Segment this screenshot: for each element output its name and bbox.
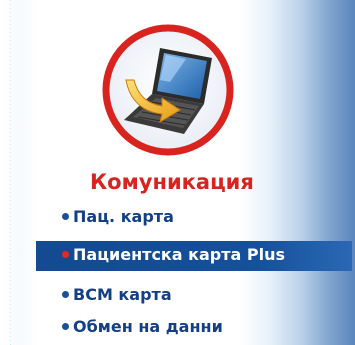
laptop-communication-icon xyxy=(102,24,234,156)
menu-item-label[interactable]: Пациентска карта Plus xyxy=(73,245,285,264)
menu-item-bcm-card[interactable]: BCM карта xyxy=(0,281,355,311)
menu-item-label[interactable]: Пац. карта xyxy=(73,207,174,226)
bullet-icon xyxy=(62,323,69,330)
menu-item-label[interactable]: BCM карта xyxy=(73,285,172,304)
menu-item-patient-card[interactable]: Пац. карта xyxy=(0,203,355,233)
bullet-icon xyxy=(62,213,69,220)
menu-item-data-exchange[interactable]: Обмен на данни xyxy=(0,313,355,343)
bullet-icon xyxy=(62,251,69,258)
bullet-icon xyxy=(62,291,69,298)
menu-item-label[interactable]: Обмен на данни xyxy=(73,317,223,336)
side-panel: Комуникация Пац. карта Пациентска карта … xyxy=(0,0,355,345)
menu-item-patient-card-plus[interactable]: Пациентска карта Plus xyxy=(36,241,352,271)
section-title: Комуникация xyxy=(90,170,254,194)
